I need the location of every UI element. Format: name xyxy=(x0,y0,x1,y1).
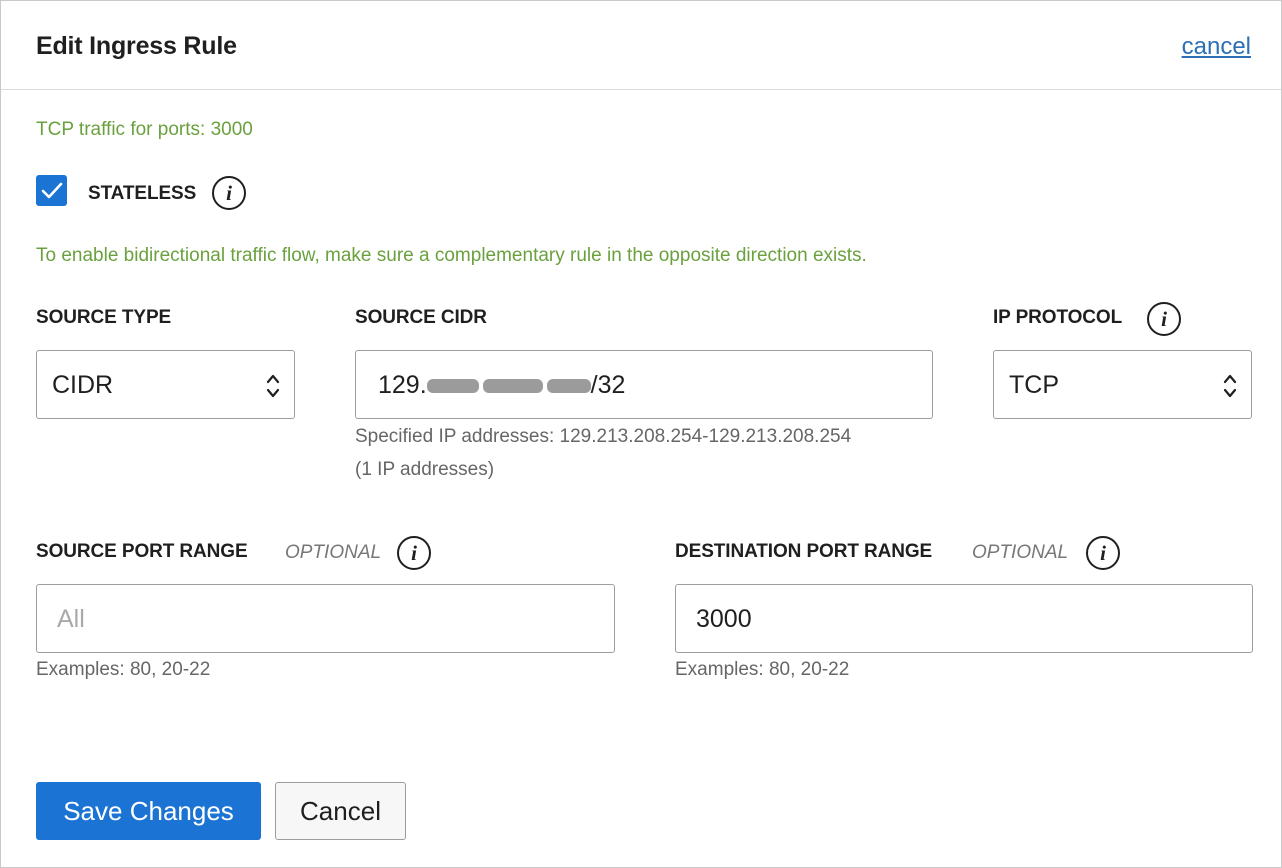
stateless-label: STATELESS xyxy=(88,183,197,204)
save-changes-button[interactable]: Save Changes xyxy=(36,782,261,840)
ip-protocol-value: TCP xyxy=(1009,371,1059,399)
rule-summary: TCP traffic for ports: 3000 xyxy=(36,119,253,140)
cidr-suffix: /32 xyxy=(590,371,626,399)
source-port-range-input[interactable]: All xyxy=(36,584,615,653)
destination-port-range-label: DESTINATION PORT RANGE xyxy=(675,541,933,562)
redaction-mark xyxy=(426,379,479,394)
ip-protocol-select[interactable]: TCP xyxy=(993,350,1252,419)
optional-tag: OPTIONAL xyxy=(972,542,1069,563)
checkmark-icon xyxy=(41,182,62,198)
source-type-value: CIDR xyxy=(52,371,114,399)
stateless-note: To enable bidirectional traffic flow, ma… xyxy=(36,245,867,266)
cancel-button[interactable]: Cancel xyxy=(275,782,406,840)
info-icon[interactable]: i xyxy=(397,536,431,570)
source-cidr-helper: Specified IP addresses: 129.213.208.254-… xyxy=(355,426,852,447)
source-type-select[interactable]: CIDR xyxy=(36,350,295,419)
redaction-mark xyxy=(546,379,591,394)
cancel-link[interactable]: cancel xyxy=(1182,33,1251,61)
edit-ingress-rule-dialog: Edit Ingress Rule cancel TCP traffic for… xyxy=(0,0,1282,868)
source-port-range-label: SOURCE PORT RANGE xyxy=(36,541,248,562)
destination-port-range-input[interactable]: 3000 xyxy=(675,584,1253,653)
stateless-checkbox[interactable] xyxy=(36,175,67,206)
source-cidr-helper-count: (1 IP addresses) xyxy=(355,459,495,480)
cidr-prefix: 129. xyxy=(378,371,427,399)
redaction-mark xyxy=(482,379,543,394)
select-chevrons-icon xyxy=(266,374,280,398)
destination-port-range-value: 3000 xyxy=(696,605,752,633)
optional-tag: OPTIONAL xyxy=(285,542,382,563)
source-cidr-value: 129. /32 xyxy=(378,371,625,400)
info-icon[interactable]: i xyxy=(1086,536,1120,570)
destination-port-range-helper: Examples: 80, 20-22 xyxy=(675,659,850,680)
source-type-label: SOURCE TYPE xyxy=(36,307,172,328)
ip-protocol-label: IP PROTOCOL xyxy=(993,307,1123,328)
info-icon[interactable]: i xyxy=(212,176,246,210)
source-port-range-helper: Examples: 80, 20-22 xyxy=(36,659,211,680)
source-cidr-label: SOURCE CIDR xyxy=(355,307,487,328)
select-chevrons-icon xyxy=(1223,374,1237,398)
source-cidr-input[interactable]: 129. /32 xyxy=(355,350,933,419)
dialog-header: Edit Ingress Rule cancel xyxy=(1,1,1281,90)
info-icon[interactable]: i xyxy=(1147,302,1181,336)
source-port-range-placeholder: All xyxy=(57,605,85,633)
dialog-title: Edit Ingress Rule xyxy=(36,32,237,60)
